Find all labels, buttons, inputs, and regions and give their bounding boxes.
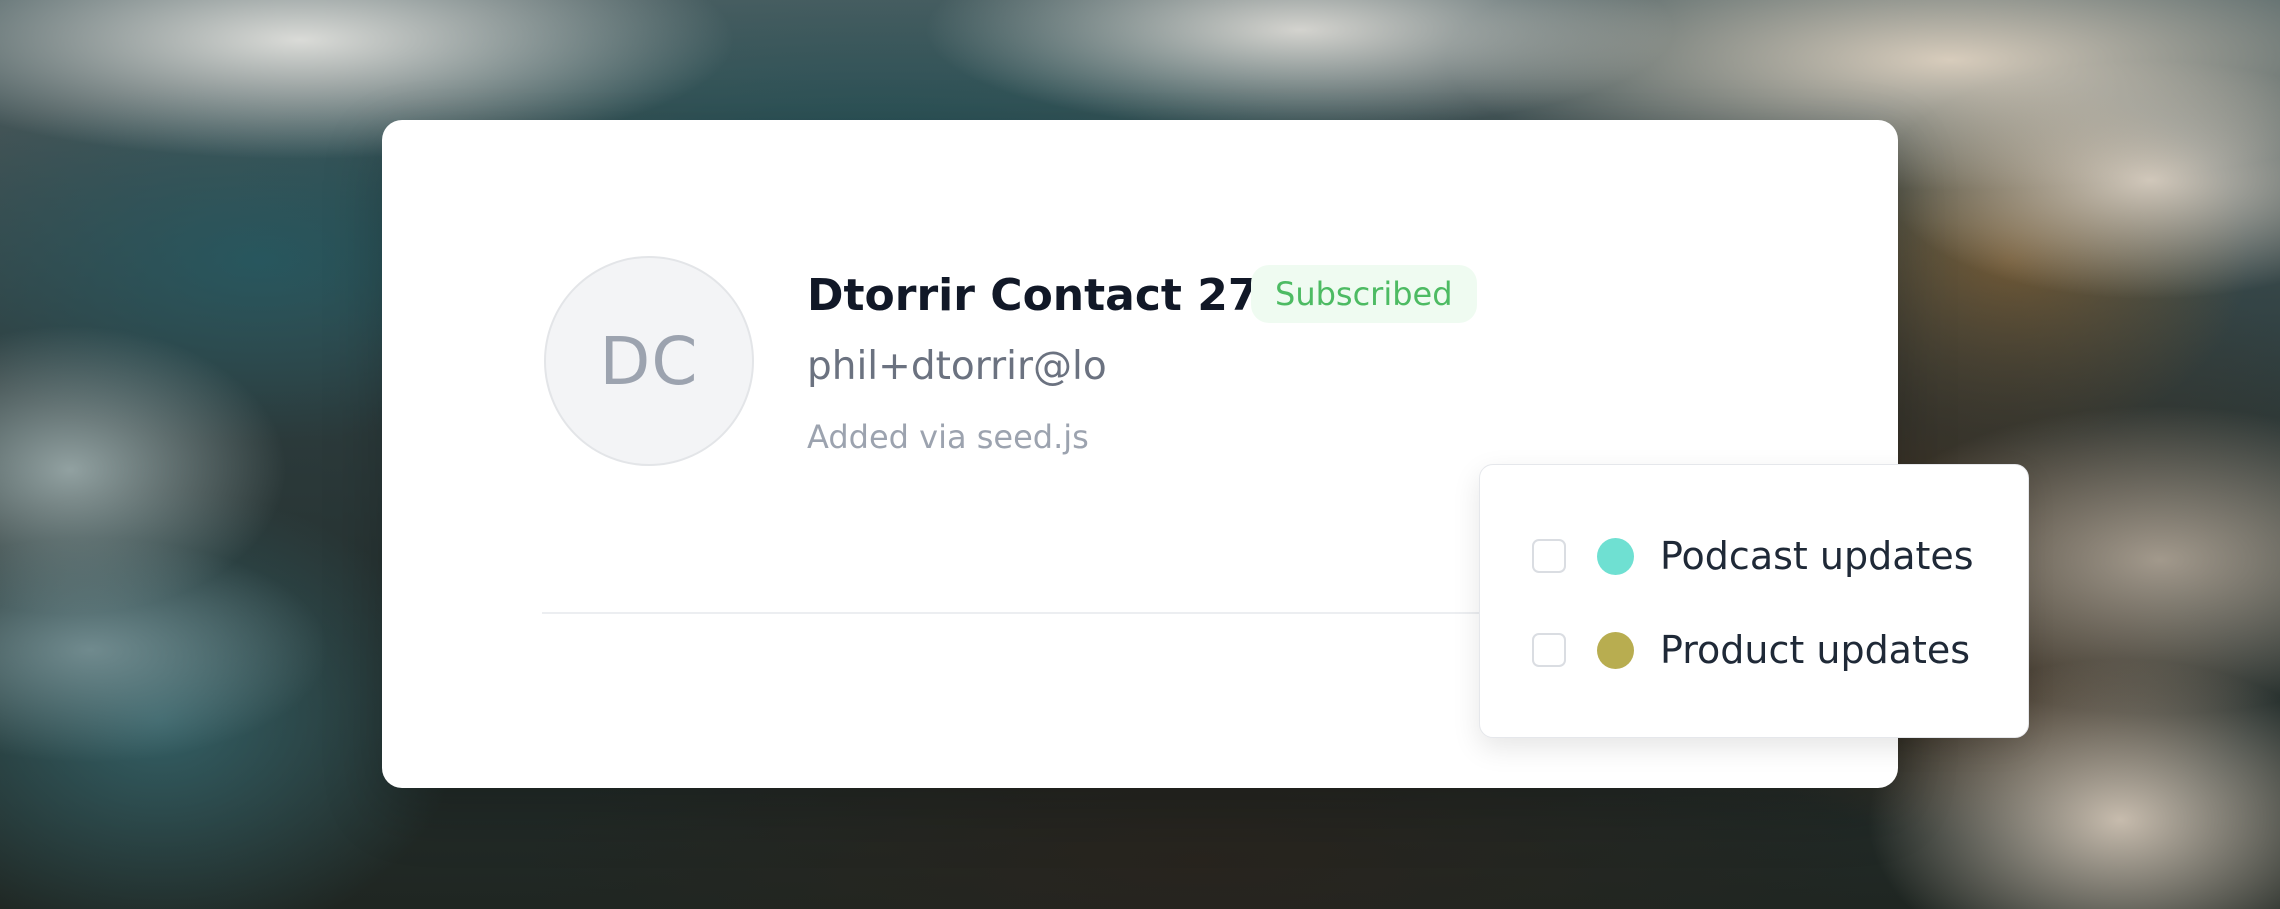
color-dot-icon	[1597, 537, 1634, 575]
list-item-podcast-updates[interactable]: Podcast updates	[1532, 526, 1974, 586]
contact-email: phil+dtorrir@lo	[807, 344, 1107, 389]
status-badge[interactable]: Subscribed	[1251, 265, 1477, 323]
checkbox[interactable]	[1532, 633, 1566, 667]
avatar: DC	[544, 256, 754, 466]
list-item-product-updates[interactable]: Product updates	[1532, 620, 1970, 680]
color-dot-icon	[1597, 631, 1634, 669]
contact-source: Added via seed.js	[807, 418, 1089, 456]
contact-name: Dtorrir Contact 27	[807, 270, 1259, 321]
checkbox[interactable]	[1532, 539, 1566, 573]
list-item-label: Podcast updates	[1660, 534, 1974, 578]
list-dropdown: Podcast updates Product updates	[1479, 464, 2029, 738]
contact-card: DC Dtorrir Contact 27 Subscribed phil+dt…	[382, 120, 2029, 788]
list-item-label: Product updates	[1660, 628, 1971, 672]
